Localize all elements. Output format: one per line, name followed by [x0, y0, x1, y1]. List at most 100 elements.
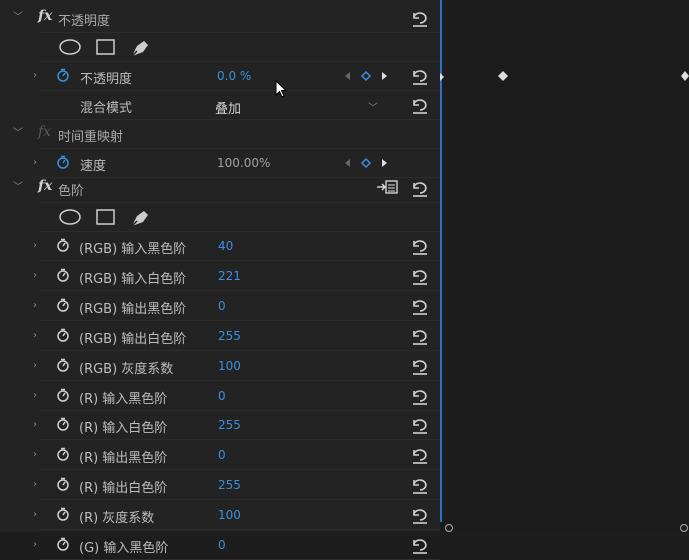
levels-param-row[interactable]: › (RGB) 输入黑色阶 40 — [0, 232, 440, 261]
param-label: (R) 灰度系数 — [79, 511, 155, 527]
blend-mode-row[interactable]: 混合模式 叠加 ﹀ — [0, 91, 440, 120]
pen-mask-icon[interactable] — [128, 37, 152, 59]
blend-mode-dropdown[interactable]: 叠加 ﹀ — [215, 94, 378, 117]
levels-param-row[interactable]: › (RGB) 输出白色阶 255 — [0, 322, 440, 351]
levels-param-row[interactable]: › (RGB) 输出黑色阶 0 — [0, 292, 440, 321]
stopwatch-icon[interactable] — [56, 537, 70, 551]
levels-param-row[interactable]: › (R) 输出黑色阶 0 — [0, 441, 440, 471]
reset-icon[interactable] — [410, 356, 430, 376]
stopwatch-icon[interactable] — [56, 388, 70, 402]
levels-param-row[interactable]: › (RGB) 输入白色阶 221 — [0, 262, 440, 291]
rect-mask-icon[interactable] — [95, 37, 117, 57]
chevron-right-icon[interactable]: › — [30, 240, 40, 252]
stopwatch-icon[interactable] — [56, 298, 70, 312]
reset-icon[interactable] — [410, 535, 430, 555]
chevron-right-icon[interactable]: › — [30, 70, 40, 82]
rect-mask-icon[interactable] — [95, 207, 117, 227]
chevron-right-icon[interactable]: › — [30, 157, 40, 169]
param-value[interactable]: 40 — [218, 239, 233, 253]
param-value[interactable]: 0 — [218, 389, 226, 403]
param-value[interactable]: 100 — [218, 359, 241, 373]
param-value[interactable]: 0.0 % — [217, 69, 251, 83]
stopwatch-icon[interactable] — [56, 268, 70, 282]
keyframe-marker[interactable] — [439, 72, 447, 82]
ellipse-mask-icon[interactable] — [58, 37, 82, 57]
stopwatch-icon[interactable] — [56, 68, 70, 82]
param-value[interactable]: 100.00% — [217, 156, 270, 170]
reset-icon[interactable] — [410, 505, 430, 525]
reset-icon[interactable] — [410, 445, 430, 465]
reset-icon[interactable] — [410, 95, 430, 115]
param-value[interactable]: 0 — [218, 448, 226, 462]
chevron-right-icon[interactable]: › — [30, 479, 40, 491]
param-value[interactable]: 100 — [218, 508, 241, 522]
reset-icon[interactable] — [410, 66, 430, 86]
chevron-right-icon[interactable]: › — [30, 270, 40, 282]
param-value[interactable]: 255 — [218, 329, 241, 343]
stopwatch-icon[interactable] — [56, 417, 70, 432]
keyframe-nav-icon[interactable] — [342, 69, 390, 83]
bezier-icon[interactable] — [444, 522, 454, 532]
param-value[interactable]: 255 — [218, 418, 241, 432]
settings-dialog-icon[interactable] — [374, 178, 400, 196]
chevron-down-icon[interactable]: ﹀ — [13, 182, 23, 194]
param-label: (RGB) 输入白色阶 — [79, 271, 187, 287]
chevron-right-icon[interactable]: › — [30, 419, 40, 431]
chevron-down-icon[interactable]: ﹀ — [13, 128, 23, 140]
param-value[interactable]: 255 — [218, 478, 241, 492]
keyframe-marker[interactable] — [679, 70, 689, 82]
levels-param-row[interactable]: › (R) 灰度系数 100 — [0, 501, 440, 531]
stopwatch-icon[interactable] — [56, 155, 70, 169]
param-label: (R) 输入黑色阶 — [79, 391, 168, 407]
stopwatch-icon[interactable] — [56, 238, 70, 252]
chevron-right-icon[interactable]: › — [30, 360, 40, 372]
chevron-right-icon[interactable]: › — [30, 330, 40, 342]
stopwatch-icon[interactable] — [56, 477, 70, 491]
levels-section-row[interactable]: ﹀ fx 色阶 — [0, 174, 440, 203]
bezier-icon[interactable] — [679, 522, 689, 532]
fx-icon[interactable]: fx — [38, 178, 52, 194]
reset-icon[interactable] — [410, 236, 430, 256]
fx-icon: fx — [38, 124, 52, 140]
param-label: (R) 输入白色阶 — [79, 421, 168, 437]
reset-icon[interactable] — [410, 178, 430, 198]
chevron-right-icon[interactable]: › — [30, 539, 40, 551]
param-label: (RGB) 灰度系数 — [79, 361, 174, 377]
reset-icon[interactable] — [410, 296, 430, 316]
pen-mask-icon[interactable] — [128, 207, 152, 229]
ellipse-mask-icon[interactable] — [58, 207, 82, 227]
reset-icon[interactable] — [410, 326, 430, 346]
opacity-param-row[interactable]: › 不透明度 0.0 % — [0, 62, 440, 91]
chevron-right-icon[interactable]: › — [30, 509, 40, 521]
reset-icon[interactable] — [410, 8, 430, 28]
levels-param-row[interactable]: › (R) 输入黑色阶 0 — [0, 382, 440, 411]
chevron-right-icon[interactable]: › — [30, 300, 40, 312]
reset-icon[interactable] — [410, 475, 430, 495]
param-value[interactable]: 0 — [218, 299, 226, 313]
reset-icon[interactable] — [410, 266, 430, 286]
param-value[interactable]: 221 — [218, 269, 241, 283]
chevron-right-icon[interactable]: › — [30, 390, 40, 402]
keyframe-nav-icon[interactable] — [342, 156, 390, 170]
chevron-right-icon[interactable]: › — [30, 449, 40, 461]
levels-param-row[interactable]: › (R) 输出白色阶 255 — [0, 471, 440, 501]
keyframe-marker[interactable] — [497, 70, 509, 82]
fx-icon[interactable]: fx — [38, 8, 52, 24]
time-remap-section-row[interactable]: ﹀ fx 时间重映射 — [0, 120, 440, 149]
levels-param-row[interactable]: › (G) 输入黑色阶 0 — [0, 531, 440, 560]
reset-icon[interactable] — [410, 386, 430, 406]
levels-param-row[interactable]: › (RGB) 灰度系数 100 — [0, 352, 440, 381]
stopwatch-icon[interactable] — [56, 358, 70, 372]
levels-param-row[interactable]: › (R) 输入白色阶 255 — [0, 411, 440, 441]
param-label: 不透明度 — [80, 72, 133, 87]
stopwatch-icon[interactable] — [56, 447, 70, 462]
param-value[interactable]: 0 — [218, 538, 226, 552]
mask-tools-row — [0, 203, 440, 232]
stopwatch-icon[interactable] — [56, 328, 70, 342]
chevron-down-icon[interactable]: ﹀ — [13, 12, 23, 24]
opacity-section-row[interactable]: ﹀ fx 不透明度 — [0, 4, 440, 33]
timeline-area[interactable] — [440, 0, 689, 532]
section-label: 不透明度 — [58, 14, 111, 29]
stopwatch-icon[interactable] — [56, 507, 70, 521]
reset-icon[interactable] — [410, 415, 430, 435]
